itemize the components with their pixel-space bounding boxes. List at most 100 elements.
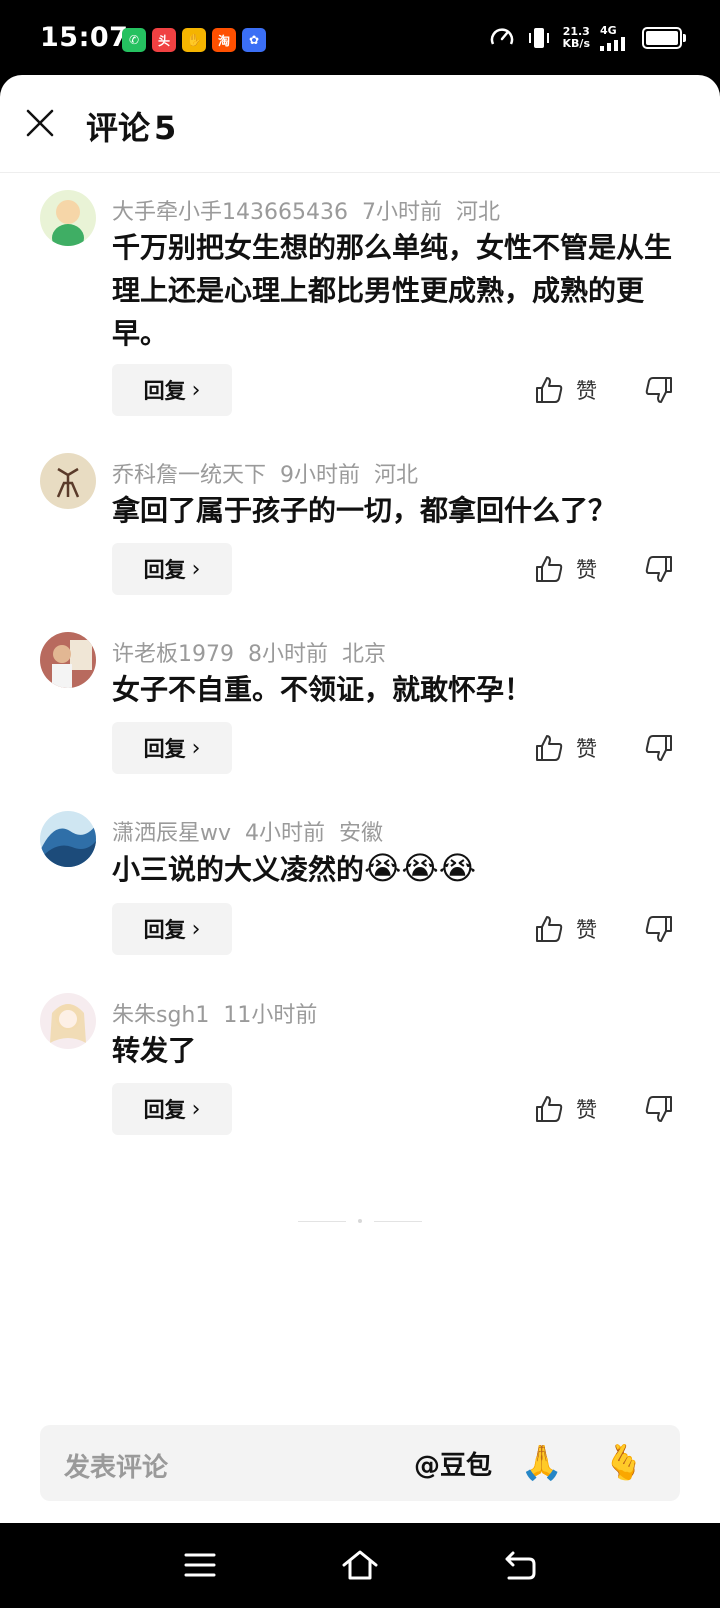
- thumbs-down-icon: [645, 556, 672, 582]
- comment-time: 11小时前: [223, 1003, 318, 1028]
- toutiao-icon: 头: [152, 28, 176, 52]
- comment-time: 7小时前: [361, 200, 442, 225]
- wechat-icon: ✆: [122, 28, 146, 52]
- like-label: 赞: [576, 379, 597, 403]
- comment-count: 5: [154, 109, 177, 147]
- reply-label: 回复: [143, 918, 186, 942]
- comment-meta: 许老板1979 8小时前 北京: [112, 636, 400, 668]
- avatar[interactable]: [40, 632, 96, 688]
- thumbs-up-icon: [536, 556, 563, 582]
- comment-text: 拿回了属于孩子的一切，都拿回什么了？: [112, 494, 617, 527]
- like-label: 赞: [576, 558, 597, 582]
- status-time: 15:07: [40, 22, 129, 53]
- avatar[interactable]: [40, 993, 96, 1049]
- comment-panel: 评论 5 大手牵小手143665436 7小时前 河北 千万别把女生想的那么单纯，女性…: [0, 75, 720, 1523]
- signal-bars-icon: [600, 37, 625, 51]
- like-label: 赞: [576, 918, 597, 942]
- thumbs-up-icon: [536, 1096, 563, 1122]
- back-button[interactable]: [500, 1545, 540, 1585]
- like-label: 赞: [576, 1098, 597, 1122]
- like-label: 赞: [576, 737, 597, 761]
- comment-time: 4小时前: [245, 821, 326, 846]
- avatar[interactable]: [40, 453, 96, 509]
- close-icon: [26, 109, 54, 137]
- comment-location: 安徽: [339, 821, 384, 846]
- comment-text: 女子不自重。不领证，就敢怀孕！: [112, 673, 533, 706]
- like-button[interactable]: 赞: [534, 909, 604, 949]
- thumbs-down-icon: [645, 377, 672, 403]
- title-text: 评论: [86, 109, 151, 147]
- reply-button[interactable]: 回复 ›: [112, 903, 232, 955]
- comment-text: 小三说的大义凌然的😭😭😭: [112, 847, 682, 891]
- dislike-button[interactable]: [644, 549, 676, 589]
- home-button[interactable]: [340, 1545, 380, 1585]
- finger-heart-emoji-button[interactable]: 🫰: [600, 1439, 648, 1487]
- comment-input[interactable]: 发表评论 @豆包 🙏 🫰: [40, 1425, 680, 1501]
- chevron-right-icon: ›: [191, 556, 201, 582]
- cell-signal: 4G: [600, 24, 632, 51]
- chevron-right-icon: ›: [191, 377, 201, 403]
- thumbs-up-icon: [536, 735, 563, 761]
- comment-time: 8小时前: [248, 642, 328, 667]
- comment-input-placeholder[interactable]: 发表评论: [64, 1447, 168, 1484]
- reply-button[interactable]: 回复 ›: [112, 364, 232, 416]
- reply-label: 回复: [143, 558, 186, 582]
- network-speed-value: 21.3: [562, 24, 590, 38]
- comment-author[interactable]: 乔科詹一统天下: [112, 463, 266, 488]
- thumbs-down-icon: [645, 1096, 672, 1122]
- comment-text: 千万别把女生想的那么单纯，女性不管是从生理上还是心理上都比男性更成熟，成熟的更早…: [112, 231, 673, 350]
- thumbs-down-icon: [645, 735, 672, 761]
- reply-button[interactable]: 回复 ›: [112, 1083, 232, 1135]
- hand-app-icon: ✋: [182, 28, 206, 52]
- network-speed-unit: KB/s: [562, 36, 590, 50]
- end-of-list-divider: [298, 1219, 422, 1223]
- battery-icon: [642, 26, 686, 49]
- comment-author[interactable]: 朱朱sgh1: [112, 1003, 209, 1028]
- chevron-right-icon: ›: [191, 735, 201, 761]
- comment-location: 北京: [342, 642, 387, 667]
- comment-meta: 潇洒辰星wv 4小时前 安徽: [112, 815, 397, 847]
- reply-label: 回复: [143, 737, 186, 761]
- comment-author[interactable]: 大手牵小手143665436: [112, 200, 348, 225]
- comment-author[interactable]: 潇洒辰星wv: [112, 821, 231, 846]
- reply-label: 回复: [143, 379, 186, 403]
- page-title: 评论 5: [86, 103, 176, 149]
- mention-doubao-button[interactable]: @豆包: [414, 1445, 492, 1482]
- dislike-button[interactable]: [644, 370, 676, 410]
- comment-text: 转发了: [112, 1034, 197, 1067]
- avatar[interactable]: [40, 190, 96, 246]
- reply-button[interactable]: 回复 ›: [112, 543, 232, 595]
- menu-button[interactable]: [180, 1545, 220, 1585]
- vibrate-icon: [528, 27, 549, 48]
- like-button[interactable]: 赞: [534, 728, 604, 768]
- comment-time: 9小时前: [280, 463, 361, 488]
- panel-header: 评论 5: [0, 75, 720, 173]
- thumbs-up-icon: [536, 916, 563, 942]
- baidu-icon: ✿: [242, 28, 266, 52]
- notification-icons: ✆ 头 ✋ 淘 ✿: [122, 28, 266, 52]
- comment-location: 河北: [455, 200, 500, 225]
- dislike-button[interactable]: [644, 1089, 676, 1129]
- dislike-button[interactable]: [644, 728, 676, 768]
- taobao-icon: 淘: [212, 28, 236, 52]
- system-nav-bar: [0, 1523, 720, 1608]
- like-button[interactable]: 赞: [534, 1089, 604, 1129]
- status-bar: 15:07 ✆ 头 ✋ 淘 ✿ 21.3 KB/s 4G: [0, 0, 720, 80]
- comment-location: 河北: [374, 463, 419, 488]
- dislike-button[interactable]: [644, 909, 676, 949]
- back-icon: [505, 1551, 536, 1580]
- speedometer-icon: [490, 27, 513, 45]
- reply-button[interactable]: 回复 ›: [112, 722, 232, 774]
- pray-emoji-button[interactable]: 🙏: [518, 1439, 566, 1487]
- comment-text-body: 小三说的大义凌然的: [112, 853, 365, 886]
- status-right: 21.3 KB/s 4G: [489, 24, 686, 51]
- close-button[interactable]: [20, 103, 60, 143]
- like-button[interactable]: 赞: [534, 370, 604, 410]
- like-button[interactable]: 赞: [534, 549, 604, 589]
- comment-meta: 乔科詹一统天下 9小时前 河北: [112, 457, 432, 489]
- chevron-right-icon: ›: [191, 1096, 201, 1122]
- comment-author[interactable]: 许老板1979: [112, 642, 234, 667]
- avatar[interactable]: [40, 811, 96, 867]
- reply-label: 回复: [143, 1098, 186, 1122]
- chevron-right-icon: ›: [191, 916, 201, 942]
